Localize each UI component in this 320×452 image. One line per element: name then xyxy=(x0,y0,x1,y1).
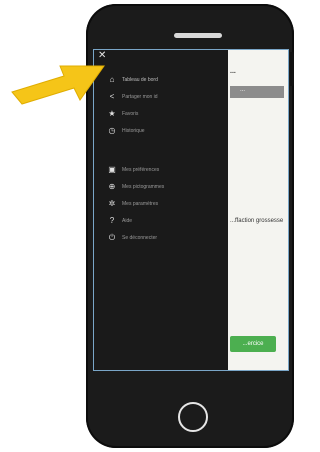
background-header-label: ... xyxy=(240,87,246,93)
edit-icon: ▣ xyxy=(108,165,116,174)
menu-item-share-id[interactable]: < Partager mon id xyxy=(108,91,158,103)
background-header-strip xyxy=(230,86,284,98)
menu-item-dashboard[interactable]: ⌂ Tableau de bord xyxy=(108,74,158,86)
background-text: ...ffaction grossesse xyxy=(230,218,284,224)
history-icon: ◷ xyxy=(108,126,116,135)
menu-item-label: Se déconnecter xyxy=(122,235,158,241)
menu-item-label: Favoris xyxy=(122,111,139,117)
power-icon: ⏻ xyxy=(108,233,116,242)
settings-icon: ✲ xyxy=(108,199,116,208)
menu-item-label: Partager mon id xyxy=(122,94,158,100)
background-action-button[interactable]: ...ercice xyxy=(230,336,276,352)
menu-item-label: Mes préférences xyxy=(122,167,160,173)
stage: ... ... ...ffaction grossesse ...ercice … xyxy=(0,0,298,452)
globe-icon: ⊕ xyxy=(108,182,116,191)
menu-item-label: Historique xyxy=(122,128,145,134)
menu-item-logout[interactable]: ⏻ Se déconnecter xyxy=(108,232,157,244)
share-icon: < xyxy=(109,92,115,101)
phone-screen: ... ... ...ffaction grossesse ...ercice … xyxy=(93,49,289,371)
menu-item-help[interactable]: ? Aide xyxy=(108,215,132,227)
star-icon: ★ xyxy=(108,109,116,118)
pointer-arrow-icon xyxy=(11,65,105,105)
side-button xyxy=(290,52,294,86)
menu-item-label: Mes pictogrammes xyxy=(122,184,165,190)
menu-item-label: Tableau de bord xyxy=(122,77,158,83)
home-icon: ⌂ xyxy=(109,75,115,84)
speaker-grille xyxy=(174,33,222,38)
help-icon: ? xyxy=(109,216,115,225)
navigation-drawer: ✕ ⌂ Tableau de bord < Partager mon id ★ … xyxy=(94,50,228,370)
menu-item-history[interactable]: ◷ Historique xyxy=(108,125,145,137)
menu-item-label: Aide xyxy=(122,218,133,224)
menu-item-settings[interactable]: ✲ Mes paramètres xyxy=(108,198,158,210)
menu-item-preferences[interactable]: ▣ Mes préférences xyxy=(108,164,159,176)
menu-item-favorites[interactable]: ★ Favoris xyxy=(108,108,138,120)
background-page-title: ... xyxy=(230,68,236,75)
menu-item-label: Mes paramètres xyxy=(122,201,159,207)
menu-item-pictograms[interactable]: ⊕ Mes pictogrammes xyxy=(108,181,165,193)
home-button[interactable] xyxy=(178,402,208,432)
